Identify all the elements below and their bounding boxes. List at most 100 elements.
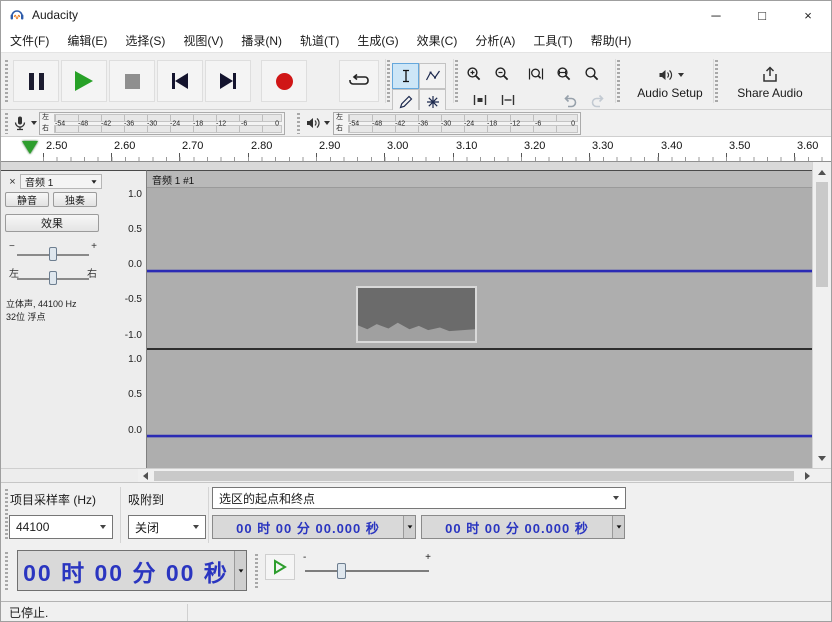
playback-speed-slider[interactable]: - +	[301, 552, 433, 582]
audio-setup-button[interactable]: Audio Setup	[623, 63, 717, 103]
chevron-down-icon	[100, 525, 106, 529]
selection-start-field[interactable]: 00 时 00 分 00.000 秒	[212, 515, 416, 539]
vertical-scrollbar[interactable]	[812, 162, 831, 468]
clip-header[interactable]: 音频 1 #1	[147, 171, 814, 188]
speed-slider-thumb[interactable]	[337, 563, 346, 579]
menu-file[interactable]: 文件(F)	[1, 32, 58, 49]
play-at-speed-button[interactable]	[265, 554, 295, 580]
time-format-menu[interactable]	[234, 551, 246, 590]
pan-slider[interactable]: 左 右	[5, 265, 101, 287]
stop-button[interactable]	[109, 60, 155, 102]
zoom-toggle-button[interactable]	[579, 61, 605, 86]
waveform-area[interactable]: 音频 1 #1	[147, 170, 814, 468]
minimize-button[interactable]: ─	[693, 1, 739, 29]
drag-preview-overlay	[356, 286, 477, 343]
vertical-scroll-thumb[interactable]	[816, 182, 828, 287]
channel-divider	[147, 348, 814, 350]
undo-button[interactable]	[557, 87, 583, 112]
scroll-down-button[interactable]	[813, 450, 831, 466]
ruler-value: -1.0	[125, 330, 142, 341]
fit-selection-button[interactable]	[523, 61, 549, 86]
time-format-menu[interactable]	[612, 516, 624, 538]
zoom-in-button[interactable]	[461, 61, 487, 86]
audio-position-display[interactable]: 00 时 00 分 00 秒	[17, 550, 247, 591]
meter-tick: -24	[170, 120, 180, 127]
record-button[interactable]	[261, 60, 307, 102]
close-button[interactable]: ×	[785, 1, 831, 29]
play-at-speed-grip[interactable]	[255, 554, 258, 588]
gain-slider-thumb[interactable]	[49, 247, 57, 261]
time-format-menu[interactable]	[403, 516, 415, 538]
playback-meter[interactable]: 左 右 -54 -48 -42 -36 -30 -24 -18 -12 -6 0	[333, 112, 581, 135]
menu-help[interactable]: 帮助(H)	[582, 32, 641, 49]
envelope-icon	[425, 68, 441, 84]
audio-position-value: 00 时 00 分 00 秒	[18, 554, 234, 588]
menu-select[interactable]: 选择(S)	[116, 32, 174, 49]
status-bar: 已停止.	[1, 601, 831, 622]
maximize-button[interactable]: □	[739, 1, 785, 29]
selection-tool-button[interactable]	[392, 63, 419, 89]
menu-view[interactable]: 视图(V)	[174, 32, 232, 49]
share-toolbar-grip[interactable]	[715, 60, 718, 103]
recording-meter-menu[interactable]	[12, 115, 37, 131]
tools-toolbar-grip[interactable]	[387, 60, 390, 103]
timeline-ruler[interactable]: 2.50 2.60 2.70 2.80 2.90 3.00 3.10 3.20 …	[1, 137, 831, 162]
playback-meter-grip[interactable]	[297, 113, 300, 134]
menu-edit[interactable]: 编辑(E)	[58, 32, 116, 49]
snap-to-combo[interactable]: 关闭	[128, 515, 206, 539]
recording-meter[interactable]: 左 右 -54 -48 -42 -36 -30 -24 -18 -12 -6 0	[39, 112, 285, 135]
menu-analyze[interactable]: 分析(A)	[466, 32, 524, 49]
loop-button[interactable]	[339, 60, 379, 102]
time-toolbar-grip[interactable]	[5, 552, 8, 592]
playhead-triangle-icon[interactable]	[22, 141, 38, 154]
meter-left-label: 左	[336, 114, 347, 122]
selection-end-field[interactable]: 00 时 00 分 00.000 秒	[421, 515, 625, 539]
edit-toolbar-grip[interactable]	[455, 60, 458, 103]
audio-setup-toolbar-grip[interactable]	[617, 60, 620, 103]
zoom-out-button[interactable]	[489, 61, 515, 86]
menu-transport[interactable]: 播录(N)	[232, 32, 291, 49]
pencil-icon	[398, 94, 414, 110]
pause-icon	[29, 73, 44, 90]
timeline-tick: 2.80	[251, 140, 272, 152]
recording-meter-grip[interactable]	[5, 113, 8, 134]
redo-button[interactable]	[585, 87, 611, 112]
horizontal-scroll-thumb[interactable]	[154, 471, 794, 481]
effects-button[interactable]: 效果	[5, 214, 99, 232]
mute-button[interactable]: 静音	[5, 192, 49, 207]
project-rate-combo[interactable]: 44100	[9, 515, 113, 539]
skip-to-end-button[interactable]	[205, 60, 251, 102]
gain-slider[interactable]: − +	[5, 241, 101, 263]
play-button[interactable]	[61, 60, 107, 102]
toolbar-separator	[120, 487, 121, 543]
menu-effect[interactable]: 效果(C)	[408, 32, 467, 49]
scroll-up-button[interactable]	[813, 164, 831, 180]
meter-tick: -6	[241, 120, 247, 127]
selection-mode-combo[interactable]: 选区的起点和终点	[212, 487, 626, 509]
speed-min-label: -	[303, 552, 306, 563]
envelope-tool-button[interactable]	[419, 63, 446, 89]
menu-tracks[interactable]: 轨道(T)	[291, 32, 348, 49]
track-name-menu[interactable]: 音频 1	[20, 174, 102, 189]
pause-button[interactable]	[13, 60, 59, 102]
transport-toolbar-grip[interactable]	[5, 60, 8, 103]
scroll-left-button[interactable]	[138, 469, 152, 483]
skip-to-end-icon	[220, 73, 236, 89]
fit-project-button[interactable]	[551, 61, 577, 86]
skip-to-start-button[interactable]	[157, 60, 203, 102]
menu-generate[interactable]: 生成(G)	[348, 32, 407, 49]
horizontal-scrollbar[interactable]	[1, 468, 831, 482]
trim-audio-button[interactable]	[467, 87, 493, 112]
share-audio-button[interactable]: Share Audio	[723, 63, 817, 103]
selection-toolbar-grip[interactable]	[5, 489, 8, 541]
silence-audio-button[interactable]	[495, 87, 521, 112]
pan-slider-thumb[interactable]	[49, 271, 57, 285]
menu-tools[interactable]: 工具(T)	[524, 32, 581, 49]
arrow-left-icon	[143, 472, 148, 480]
zoom-out-icon	[494, 66, 510, 82]
meter-bar-right	[54, 125, 282, 133]
playback-meter-menu[interactable]	[305, 115, 330, 131]
track-close-button[interactable]: ×	[6, 176, 19, 189]
solo-button[interactable]: 独奏	[53, 192, 97, 207]
horizontal-scroll-track[interactable]	[152, 469, 800, 483]
